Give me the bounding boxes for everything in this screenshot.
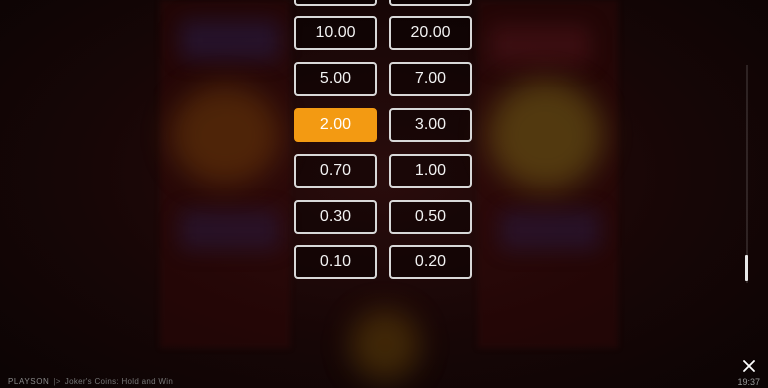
- bet-option-0-10[interactable]: 0.10: [294, 245, 377, 279]
- bet-option-1-00[interactable]: 1.00: [389, 154, 472, 188]
- bet-option-10-00[interactable]: 10.00: [294, 16, 377, 50]
- background-symbol-row-top-right: [490, 25, 590, 65]
- bet-option-20-00[interactable]: 20.00: [389, 16, 472, 50]
- scrollbar-track[interactable]: [746, 65, 748, 283]
- background-spin-button: [350, 310, 420, 380]
- clock-time: 19:37: [737, 377, 760, 387]
- scrollbar-thumb[interactable]: [745, 255, 748, 281]
- background-symbol-row-mid-right: [500, 210, 600, 250]
- bet-option-3-00[interactable]: 3.00: [389, 108, 472, 142]
- bet-selection-overlay: 10.00 20.00 5.00 7.00 2.00 3.00 0.70 1.0…: [0, 0, 768, 388]
- game-title: Joker's Coins: Hold and Win: [64, 377, 174, 386]
- bet-option-5-00[interactable]: 5.00: [294, 62, 377, 96]
- bet-option-partial-left[interactable]: [294, 0, 377, 6]
- background-symbol-row-mid-left: [180, 210, 280, 250]
- footer-brand: PLAYSON |> Joker's Coins: Hold and Win: [8, 377, 173, 386]
- background-coin-right: [488, 80, 603, 190]
- background-coin-left: [170, 85, 280, 185]
- bet-option-0-70[interactable]: 0.70: [294, 154, 377, 188]
- provider-logo: PLAYSON: [8, 377, 50, 386]
- close-icon-glyph: [743, 360, 755, 372]
- bet-option-0-50[interactable]: 0.50: [389, 200, 472, 234]
- bet-option-0-20[interactable]: 0.20: [389, 245, 472, 279]
- bet-option-2-00-selected[interactable]: 2.00: [294, 108, 377, 142]
- close-icon[interactable]: [740, 359, 758, 377]
- bet-option-partial-right[interactable]: [389, 0, 472, 6]
- background-symbol-row-top-left: [180, 20, 280, 60]
- bet-option-0-30[interactable]: 0.30: [294, 200, 377, 234]
- bet-option-7-00[interactable]: 7.00: [389, 62, 472, 96]
- provider-separator: |>: [53, 377, 61, 386]
